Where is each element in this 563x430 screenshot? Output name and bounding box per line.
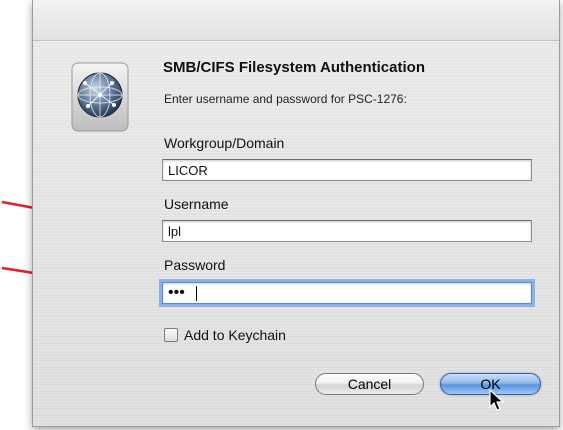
network-globe-icon bbox=[71, 62, 129, 132]
password-field[interactable]: ••• bbox=[162, 282, 532, 304]
username-label: Username bbox=[164, 196, 229, 212]
dialog-titlebar bbox=[33, 0, 559, 41]
dialog-title: SMB/CIFS Filesystem Authentication bbox=[163, 59, 425, 76]
dialog-subtitle: Enter username and password for PSC-1276… bbox=[164, 92, 407, 106]
dialog-body: SMB/CIFS Filesystem Authentication Enter… bbox=[33, 41, 559, 426]
keychain-option[interactable]: Add to Keychain bbox=[164, 327, 286, 343]
password-masked-value: ••• bbox=[168, 284, 185, 301]
keychain-checkbox-label: Add to Keychain bbox=[184, 327, 286, 343]
password-label: Password bbox=[164, 257, 226, 273]
workgroup-field[interactable] bbox=[162, 159, 532, 181]
workgroup-label: Workgroup/Domain bbox=[164, 135, 285, 151]
username-field[interactable] bbox=[162, 220, 532, 242]
authentication-dialog: SMB/CIFS Filesystem Authentication Enter… bbox=[32, 0, 560, 427]
cancel-button[interactable]: Cancel bbox=[315, 373, 424, 395]
keychain-checkbox[interactable] bbox=[164, 328, 178, 342]
text-caret bbox=[196, 286, 197, 301]
mouse-pointer-icon bbox=[489, 389, 505, 411]
screenshot-page: SMB/CIFS Filesystem Authentication Enter… bbox=[0, 0, 563, 430]
